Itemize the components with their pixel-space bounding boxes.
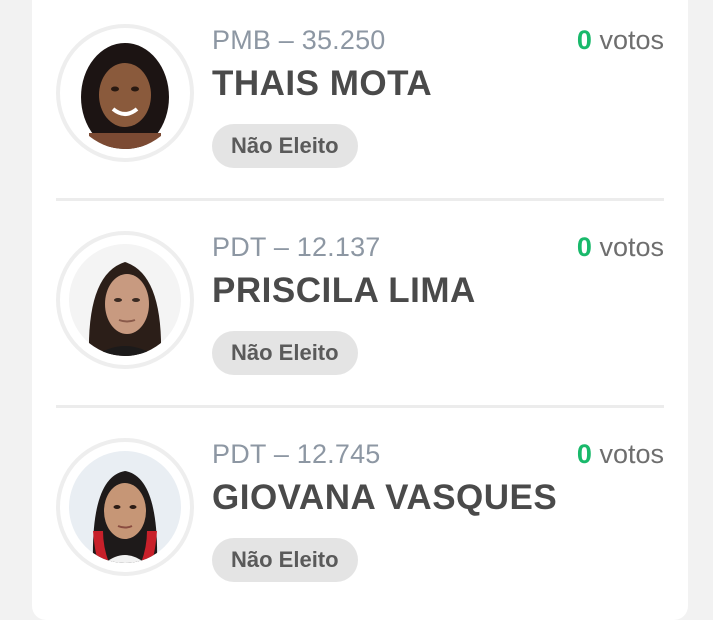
candidate-name: THAIS MOTA [212,64,433,103]
party-number: PDT – 12.745 [212,439,381,469]
candidate-item[interactable]: PDT – 12.745 0 votos GIOVANA VASQUES Não… [32,414,688,604]
candidate-list-card: PMB – 35.250 0 votos THAIS MOTA Não Elei… [32,0,688,620]
votes-count: 0 votos [577,232,664,263]
candidate-photo-icon [69,37,181,149]
avatar [56,24,194,162]
candidate-name: PRISCILA LIMA [212,271,476,310]
avatar [56,438,194,576]
candidate-item[interactable]: PDT – 12.137 0 votos PRISCILA LIMA Não E… [32,207,688,397]
divider [56,198,664,201]
candidate-photo-icon [69,451,181,563]
avatar [56,231,194,369]
status-badge: Não Eleito [212,124,358,168]
votes-number: 0 [576,232,592,262]
candidate-item[interactable]: PMB – 35.250 0 votos THAIS MOTA Não Elei… [32,0,688,190]
votes-count: 0 votos [577,25,664,56]
candidate-name: GIOVANA VASQUES [212,478,558,517]
status-badge: Não Eleito [212,331,358,375]
votes-number: 0 [576,439,592,469]
status-badge: Não Eleito [212,538,358,582]
party-number: PDT – 12.137 [212,232,381,262]
votes-number: 0 [576,25,592,55]
candidate-photo-icon [69,244,181,356]
party-number: PMB – 35.250 [212,25,386,55]
votes-count: 0 votos [577,439,664,470]
divider [56,405,664,408]
votes-label: votos [599,232,664,262]
votes-label: votos [599,439,664,469]
votes-label: votos [599,25,664,55]
